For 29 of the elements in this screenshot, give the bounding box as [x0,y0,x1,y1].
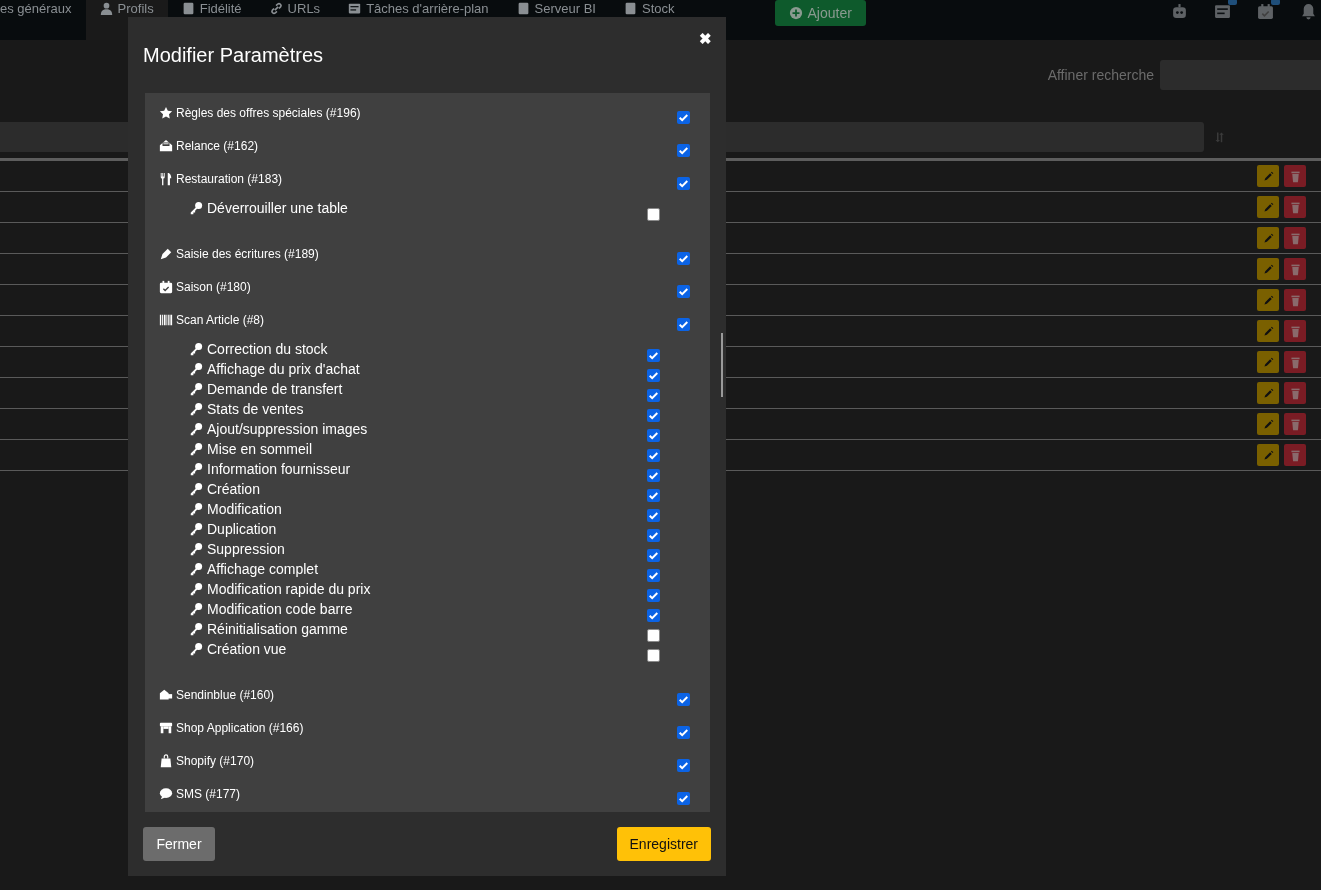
permission-label: Demande de transfert [207,381,343,397]
permission-label: Affichage complet [207,561,319,577]
module-label: Relance (#162) [176,139,259,153]
permission-label: Affichage du prix d'achat [207,361,360,377]
module-label: Shop Application (#166) [176,721,304,735]
module-label: Saison (#180) [176,280,251,294]
module-label: Scan Article (#8) [176,313,265,327]
module-label: Saisie des écritures (#189) [176,247,319,261]
permission-label: Correction du stock [207,341,328,357]
module-label: Sendinblue (#160) [176,688,275,702]
modal-title: Modifier Paramètres [143,44,324,67]
permission-label: Modification rapide du prix [207,581,371,597]
search-label: Affiner recherche [1047,67,1154,83]
permission-label: Création vue [207,641,287,657]
permission-label: Ajout/suppression images [207,421,368,437]
permission-label: Stats de ventes [207,401,304,417]
permission-label: Modification [207,501,282,517]
permission-label: Déverrouiller une table [207,200,348,216]
permission-label: Création [207,481,260,497]
module-label: SMS (#177) [176,787,241,801]
permission-label: Réinitialisation gamme [207,621,348,637]
module-label: Règles des offres spéciales (#196) [176,106,361,120]
permission-label: Duplication [207,521,277,537]
module-label: Shopify (#170) [176,754,255,768]
module-label: Restauration (#183) [176,172,283,186]
permission-label: Modification code barre [207,601,353,617]
permission-label: Information fournisseur [207,461,351,477]
permission-label: Mise en sommeil [207,441,313,457]
permission-label: Suppression [207,541,285,557]
